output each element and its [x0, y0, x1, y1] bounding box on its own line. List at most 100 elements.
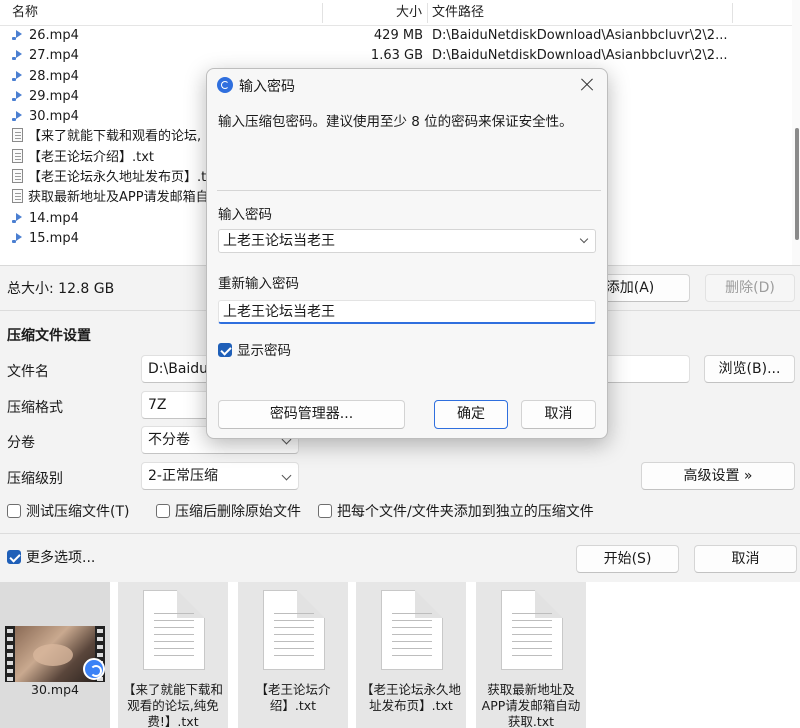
total-size: 总大小: 12.8 GB	[7, 281, 115, 297]
file-name-text: 【老王论坛介绍】.txt	[28, 149, 155, 165]
video-file-icon	[12, 27, 26, 41]
separate-archives-label: 把每个文件/文件夹添加到独立的压缩文件	[337, 504, 594, 520]
ok-button[interactable]: 确定	[434, 400, 508, 429]
text-document-icon	[501, 590, 563, 670]
file-name: 14.mp4	[12, 209, 212, 229]
list-scrollbar[interactable]	[792, 0, 800, 265]
format-value: 7Z	[148, 397, 167, 413]
text-file-icon	[12, 148, 23, 163]
table-row[interactable]: 26.mp4 429 MB D:\BaiduNetdiskDownload\Asia…	[0, 26, 790, 46]
video-file-icon	[12, 47, 26, 61]
file-name: 15.mp4	[12, 229, 212, 249]
text-document-icon	[143, 590, 205, 670]
delete-button[interactable]: 删除(D)	[705, 274, 795, 302]
video-file-icon	[12, 68, 26, 82]
password-combobox[interactable]: 上老王论坛当老王	[218, 229, 596, 253]
checkbox-checked-icon	[218, 343, 232, 357]
section-title: 压缩文件设置	[7, 328, 91, 344]
split-label: 分卷	[7, 435, 35, 451]
thumbnail-item[interactable]: 30.mp4	[0, 582, 110, 728]
column-header-path[interactable]: 文件路径	[432, 0, 484, 26]
checkbox-icon	[318, 504, 332, 518]
level-select[interactable]: 2-正常压缩	[141, 462, 299, 490]
video-frame	[15, 626, 95, 682]
scrollbar-thumb[interactable]	[795, 128, 799, 240]
more-options-checkbox[interactable]: 更多选项...	[7, 549, 95, 567]
file-name: 【老王论坛永久地址发布页】.t	[12, 168, 212, 188]
file-size: 429 MB	[373, 28, 423, 43]
file-name-text: 15.mp4	[29, 230, 79, 246]
sync-badge-icon	[83, 658, 105, 680]
file-name: 【老王论坛介绍】.txt	[12, 148, 212, 168]
file-size: 1.63 GB	[370, 48, 423, 64]
show-password-label: 显示密码	[237, 343, 291, 359]
text-document-icon	[263, 590, 325, 670]
password-manager-button[interactable]: 密码管理器...	[218, 400, 405, 429]
video-file-icon	[12, 88, 26, 102]
separate-archives-checkbox[interactable]: 把每个文件/文件夹添加到独立的压缩文件	[318, 503, 594, 521]
close-icon[interactable]	[575, 73, 599, 97]
dialog-description: 输入压缩包密码。建议使用至少 8 位的密码来保证安全性。	[218, 114, 573, 130]
divider	[217, 190, 601, 191]
browse-button[interactable]: 浏览(B)...	[704, 355, 795, 383]
dialog-cancel-button[interactable]: 取消	[521, 400, 596, 429]
password-label: 输入密码	[218, 207, 272, 223]
film-strip-icon	[5, 626, 15, 682]
divider	[0, 533, 800, 534]
file-name-text: 27.mp4	[29, 48, 79, 64]
more-options-label: 更多选项...	[26, 550, 96, 566]
file-name-text: 【来了就能下载和观看的论坛,	[28, 129, 202, 145]
text-document-icon	[381, 590, 443, 670]
file-name: 获取最新地址及APP请发邮箱自	[12, 188, 212, 208]
file-path: D:\BaiduNetdiskDownload\Asianbbcluvr\2\2…	[432, 48, 728, 64]
dialog-titlebar[interactable]: 输入密码	[207, 69, 607, 101]
file-name-text: 获取最新地址及APP请发邮箱自	[28, 190, 209, 206]
checkbox-icon	[156, 504, 170, 518]
file-name-text: 30.mp4	[29, 109, 79, 125]
file-name-text: 【老王论坛永久地址发布页】.t	[28, 170, 207, 186]
list-header: 名称 大小 文件路径	[0, 0, 800, 26]
split-value: 不分卷	[148, 432, 190, 448]
delete-after-checkbox[interactable]: 压缩后删除原始文件	[156, 503, 301, 521]
confirm-password-label: 重新输入密码	[218, 276, 299, 292]
test-archive-label: 测试压缩文件(T)	[26, 504, 130, 520]
text-file-icon	[12, 169, 23, 184]
column-separator	[732, 3, 733, 23]
cancel-button[interactable]: 取消	[694, 545, 797, 573]
confirm-password-input[interactable]: 上老王论坛当老王	[218, 300, 596, 324]
file-name: 29.mp4	[12, 87, 212, 107]
level-value: 2-正常压缩	[148, 468, 218, 484]
thumbnail-caption: 【老王论坛介绍】.txt	[255, 682, 331, 713]
thumbnail-item[interactable]: 【老王论坛介绍】.txt	[238, 582, 348, 728]
checkbox-checked-icon	[7, 550, 21, 564]
advanced-settings-button[interactable]: 高级设置 »	[641, 462, 795, 490]
password-value: 上老王论坛当老王	[223, 233, 335, 249]
column-separator	[322, 3, 323, 23]
file-name: 30.mp4	[12, 107, 212, 127]
password-dialog: 输入密码 输入压缩包密码。建议使用至少 8 位的密码来保证安全性。 输入密码 上…	[206, 68, 608, 439]
table-row[interactable]: 27.mp4 1.63 GB D:\BaiduNetdiskDownload\Asi…	[0, 46, 790, 66]
chevron-down-icon[interactable]	[579, 234, 589, 244]
file-name: 26.mp4	[12, 26, 212, 46]
thumbnail-item[interactable]: 【来了就能下载和观看的论坛,纯免费!】.txt	[118, 582, 228, 728]
video-file-icon	[12, 108, 26, 122]
dialog-title: 输入密码	[239, 79, 295, 95]
thumbnail-item[interactable]: 【老王论坛永久地址发布页】.txt	[356, 582, 466, 728]
filename-label: 文件名	[7, 364, 49, 380]
show-password-checkbox[interactable]: 显示密码	[218, 342, 291, 360]
file-name: 【来了就能下载和观看的论坛,	[12, 127, 212, 147]
thumbnail-caption: 获取最新地址及APP请发邮箱自动获取.txt	[481, 682, 581, 728]
thumbnail-strip: 30.mp4 【来了就能下载和观看的论坛,纯免费!】.txt 【老王论坛介绍】.…	[0, 582, 800, 728]
thumbnail-item[interactable]: 获取最新地址及APP请发邮箱自动获取.txt	[476, 582, 586, 728]
file-name-text: 14.mp4	[29, 210, 79, 226]
start-button[interactable]: 开始(S)	[576, 545, 679, 573]
column-header-name[interactable]: 名称	[12, 0, 38, 26]
column-header-size[interactable]: 大小	[330, 0, 422, 26]
test-archive-checkbox[interactable]: 测试压缩文件(T)	[7, 503, 129, 521]
file-name-text: 26.mp4	[29, 28, 79, 43]
column-separator	[427, 3, 428, 23]
file-path: D:\BaiduNetdiskDownload\Asianbbcluvr\2\2…	[432, 28, 728, 43]
format-label: 压缩格式	[7, 400, 63, 416]
app-logo-icon	[217, 77, 233, 93]
video-file-icon	[12, 210, 26, 224]
